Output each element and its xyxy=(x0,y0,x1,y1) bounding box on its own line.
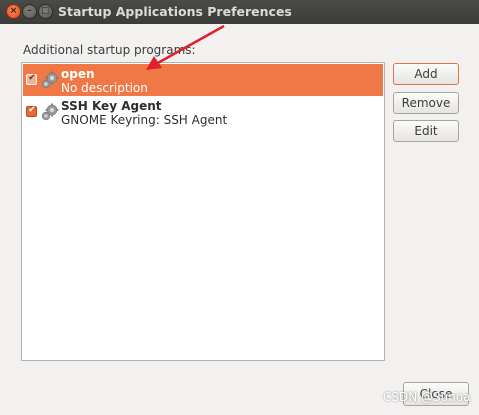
check-icon: ✔ xyxy=(28,105,36,115)
list-item-open[interactable]: ✔ open No description xyxy=(23,64,383,96)
window-maximize-button[interactable]: □ xyxy=(38,4,53,19)
add-button[interactable]: Add xyxy=(393,63,459,85)
gears-icon xyxy=(41,71,59,89)
remove-button[interactable]: Remove xyxy=(393,92,459,114)
maximize-icon: □ xyxy=(41,6,50,16)
watermark: CSDN @Sunoa xyxy=(383,390,471,404)
window-close-button[interactable]: × xyxy=(6,4,21,19)
startup-programs-list[interactable]: ✔ open No description ✔ SSH Key Agent GN… xyxy=(21,62,385,361)
title-bar[interactable]: × – □ Startup Applications Preferences xyxy=(0,0,479,24)
section-label: Additional startup programs: xyxy=(23,43,196,57)
enable-checkbox[interactable]: ✔ xyxy=(26,105,37,117)
list-item-ssh-key-agent[interactable]: ✔ SSH Key Agent GNOME Keyring: SSH Agent xyxy=(23,96,383,128)
gears-icon xyxy=(41,103,59,121)
window-minimize-button[interactable]: – xyxy=(22,4,37,19)
check-icon: ✔ xyxy=(28,73,36,83)
program-description: GNOME Keyring: SSH Agent xyxy=(61,113,228,127)
program-name: SSH Key Agent xyxy=(61,99,162,113)
edit-button[interactable]: Edit xyxy=(393,120,459,142)
program-name: open xyxy=(61,67,95,81)
startup-applications-window: × – □ Startup Applications Preferences A… xyxy=(0,0,479,415)
minimize-icon: – xyxy=(27,6,32,16)
close-icon: × xyxy=(9,6,18,16)
program-description: No description xyxy=(61,81,148,95)
enable-checkbox[interactable]: ✔ xyxy=(26,73,37,85)
window-title: Startup Applications Preferences xyxy=(58,4,292,19)
